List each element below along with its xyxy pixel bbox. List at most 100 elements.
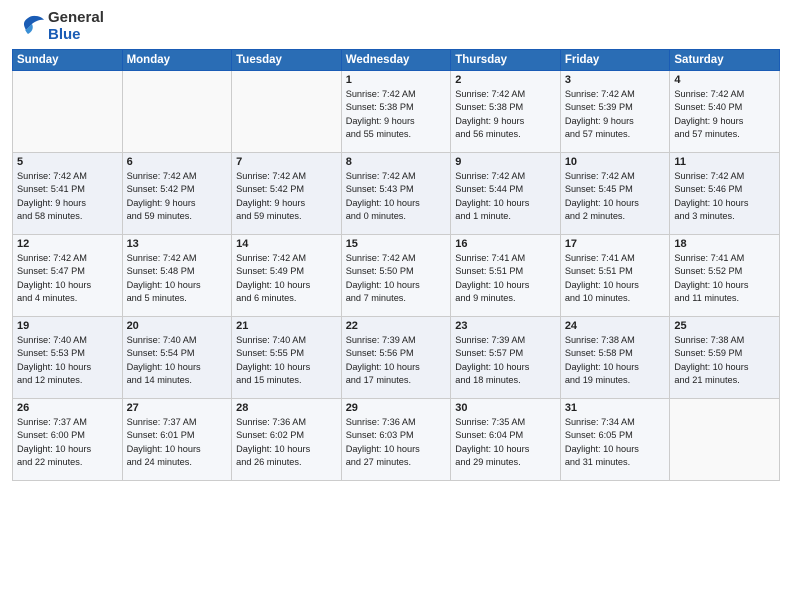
day-info: Sunrise: 7:42 AM Sunset: 5:38 PM Dayligh… [346, 88, 447, 141]
day-number: 21 [236, 320, 337, 332]
day-number: 7 [236, 156, 337, 168]
column-header-monday: Monday [122, 50, 232, 71]
calendar-cell: 15 Sunrise: 7:42 AM Sunset: 5:50 PM Dayli… [341, 235, 451, 317]
day-number: 30 [455, 402, 556, 414]
day-number: 2 [455, 74, 556, 86]
day-info: Sunrise: 7:37 AM Sunset: 6:00 PM Dayligh… [17, 416, 118, 469]
day-number: 3 [565, 74, 666, 86]
day-info: Sunrise: 7:38 AM Sunset: 5:58 PM Dayligh… [565, 334, 666, 387]
day-info: Sunrise: 7:42 AM Sunset: 5:39 PM Dayligh… [565, 88, 666, 141]
calendar-cell [122, 71, 232, 153]
day-number: 8 [346, 156, 447, 168]
day-number: 26 [17, 402, 118, 414]
day-number: 27 [127, 402, 228, 414]
calendar-cell: 18 Sunrise: 7:41 AM Sunset: 5:52 PM Dayli… [670, 235, 780, 317]
day-info: Sunrise: 7:42 AM Sunset: 5:50 PM Dayligh… [346, 252, 447, 305]
calendar-table: SundayMondayTuesdayWednesdayThursdayFrid… [12, 49, 780, 481]
day-number: 25 [674, 320, 775, 332]
calendar-cell: 1 Sunrise: 7:42 AM Sunset: 5:38 PM Daylig… [341, 71, 451, 153]
calendar-cell: 25Sunrise: 7:38 AM Sunset: 5:59 PM Dayli… [670, 317, 780, 399]
column-header-wednesday: Wednesday [341, 50, 451, 71]
day-number: 4 [674, 74, 775, 86]
logo-general-text: General [48, 10, 104, 27]
day-info: Sunrise: 7:36 AM Sunset: 6:03 PM Dayligh… [346, 416, 447, 469]
logo: General Blue [12, 10, 104, 43]
calendar-cell: 27 Sunrise: 7:37 AM Sunset: 6:01 PM Dayli… [122, 399, 232, 481]
week-row-2: 5 Sunrise: 7:42 AM Sunset: 5:41 PM Daylig… [13, 153, 780, 235]
day-number: 18 [674, 238, 775, 250]
calendar-cell: 16 Sunrise: 7:41 AM Sunset: 5:51 PM Dayli… [451, 235, 561, 317]
calendar-cell: 24 Sunrise: 7:38 AM Sunset: 5:58 PM Dayli… [560, 317, 670, 399]
calendar-cell: 21 Sunrise: 7:40 AM Sunset: 5:55 PM Dayli… [232, 317, 342, 399]
calendar-cell: 13Sunrise: 7:42 AM Sunset: 5:48 PM Dayli… [122, 235, 232, 317]
calendar-cell: 10Sunrise: 7:42 AM Sunset: 5:45 PM Dayli… [560, 153, 670, 235]
day-info: Sunrise: 7:41 AM Sunset: 5:52 PM Dayligh… [674, 252, 775, 305]
day-info: Sunrise: 7:36 AM Sunset: 6:02 PM Dayligh… [236, 416, 337, 469]
calendar-cell: 2Sunrise: 7:42 AM Sunset: 5:38 PM Daylig… [451, 71, 561, 153]
calendar-cell: 6 Sunrise: 7:42 AM Sunset: 5:42 PM Daylig… [122, 153, 232, 235]
day-info: Sunrise: 7:37 AM Sunset: 6:01 PM Dayligh… [127, 416, 228, 469]
calendar-cell: 26 Sunrise: 7:37 AM Sunset: 6:00 PM Dayli… [13, 399, 123, 481]
column-header-friday: Friday [560, 50, 670, 71]
day-info: Sunrise: 7:42 AM Sunset: 5:42 PM Dayligh… [236, 170, 337, 223]
day-info: Sunrise: 7:41 AM Sunset: 5:51 PM Dayligh… [455, 252, 556, 305]
calendar-cell [670, 399, 780, 481]
day-info: Sunrise: 7:42 AM Sunset: 5:49 PM Dayligh… [236, 252, 337, 305]
day-info: Sunrise: 7:42 AM Sunset: 5:40 PM Dayligh… [674, 88, 775, 141]
calendar-cell: 17Sunrise: 7:41 AM Sunset: 5:51 PM Dayli… [560, 235, 670, 317]
week-row-5: 26 Sunrise: 7:37 AM Sunset: 6:00 PM Dayli… [13, 399, 780, 481]
calendar-cell: 28 Sunrise: 7:36 AM Sunset: 6:02 PM Dayli… [232, 399, 342, 481]
day-number: 20 [127, 320, 228, 332]
day-number: 28 [236, 402, 337, 414]
calendar-cell: 29 Sunrise: 7:36 AM Sunset: 6:03 PM Dayli… [341, 399, 451, 481]
calendar-cell: 31 Sunrise: 7:34 AM Sunset: 6:05 PM Dayli… [560, 399, 670, 481]
calendar-header-row: SundayMondayTuesdayWednesdayThursdayFrid… [13, 50, 780, 71]
calendar-cell: 22Sunrise: 7:39 AM Sunset: 5:56 PM Dayli… [341, 317, 451, 399]
day-number: 9 [455, 156, 556, 168]
day-number: 31 [565, 402, 666, 414]
day-info: Sunrise: 7:34 AM Sunset: 6:05 PM Dayligh… [565, 416, 666, 469]
calendar-cell: 20Sunrise: 7:40 AM Sunset: 5:54 PM Dayli… [122, 317, 232, 399]
day-number: 23 [455, 320, 556, 332]
calendar-cell: 12 Sunrise: 7:42 AM Sunset: 5:47 PM Dayli… [13, 235, 123, 317]
day-info: Sunrise: 7:42 AM Sunset: 5:48 PM Dayligh… [127, 252, 228, 305]
column-header-saturday: Saturday [670, 50, 780, 71]
day-number: 12 [17, 238, 118, 250]
day-number: 29 [346, 402, 447, 414]
calendar-cell: 23Sunrise: 7:39 AM Sunset: 5:57 PM Dayli… [451, 317, 561, 399]
day-info: Sunrise: 7:40 AM Sunset: 5:55 PM Dayligh… [236, 334, 337, 387]
day-info: Sunrise: 7:40 AM Sunset: 5:53 PM Dayligh… [17, 334, 118, 387]
day-number: 16 [455, 238, 556, 250]
calendar-cell [13, 71, 123, 153]
calendar-cell: 30Sunrise: 7:35 AM Sunset: 6:04 PM Dayli… [451, 399, 561, 481]
calendar-cell [232, 71, 342, 153]
day-info: Sunrise: 7:42 AM Sunset: 5:46 PM Dayligh… [674, 170, 775, 223]
day-info: Sunrise: 7:42 AM Sunset: 5:41 PM Dayligh… [17, 170, 118, 223]
header: General Blue [12, 10, 780, 43]
day-number: 6 [127, 156, 228, 168]
day-info: Sunrise: 7:42 AM Sunset: 5:47 PM Dayligh… [17, 252, 118, 305]
calendar-cell: 3 Sunrise: 7:42 AM Sunset: 5:39 PM Daylig… [560, 71, 670, 153]
day-number: 14 [236, 238, 337, 250]
day-number: 1 [346, 74, 447, 86]
calendar-cell: 4 Sunrise: 7:42 AM Sunset: 5:40 PM Daylig… [670, 71, 780, 153]
calendar-cell: 8Sunrise: 7:42 AM Sunset: 5:43 PM Daylig… [341, 153, 451, 235]
day-info: Sunrise: 7:42 AM Sunset: 5:45 PM Dayligh… [565, 170, 666, 223]
day-number: 11 [674, 156, 775, 168]
logo-bird-icon [12, 14, 44, 40]
calendar-cell: 5 Sunrise: 7:42 AM Sunset: 5:41 PM Daylig… [13, 153, 123, 235]
day-info: Sunrise: 7:42 AM Sunset: 5:42 PM Dayligh… [127, 170, 228, 223]
column-header-tuesday: Tuesday [232, 50, 342, 71]
day-info: Sunrise: 7:42 AM Sunset: 5:44 PM Dayligh… [455, 170, 556, 223]
column-header-thursday: Thursday [451, 50, 561, 71]
day-info: Sunrise: 7:41 AM Sunset: 5:51 PM Dayligh… [565, 252, 666, 305]
week-row-3: 12 Sunrise: 7:42 AM Sunset: 5:47 PM Dayli… [13, 235, 780, 317]
page-container: General Blue SundayMondayTuesdayWednesda… [0, 0, 792, 489]
day-number: 5 [17, 156, 118, 168]
day-number: 22 [346, 320, 447, 332]
day-number: 24 [565, 320, 666, 332]
calendar-cell: 14 Sunrise: 7:42 AM Sunset: 5:49 PM Dayli… [232, 235, 342, 317]
logo-blue-text: Blue [48, 27, 104, 44]
day-number: 15 [346, 238, 447, 250]
calendar-cell: 19Sunrise: 7:40 AM Sunset: 5:53 PM Dayli… [13, 317, 123, 399]
